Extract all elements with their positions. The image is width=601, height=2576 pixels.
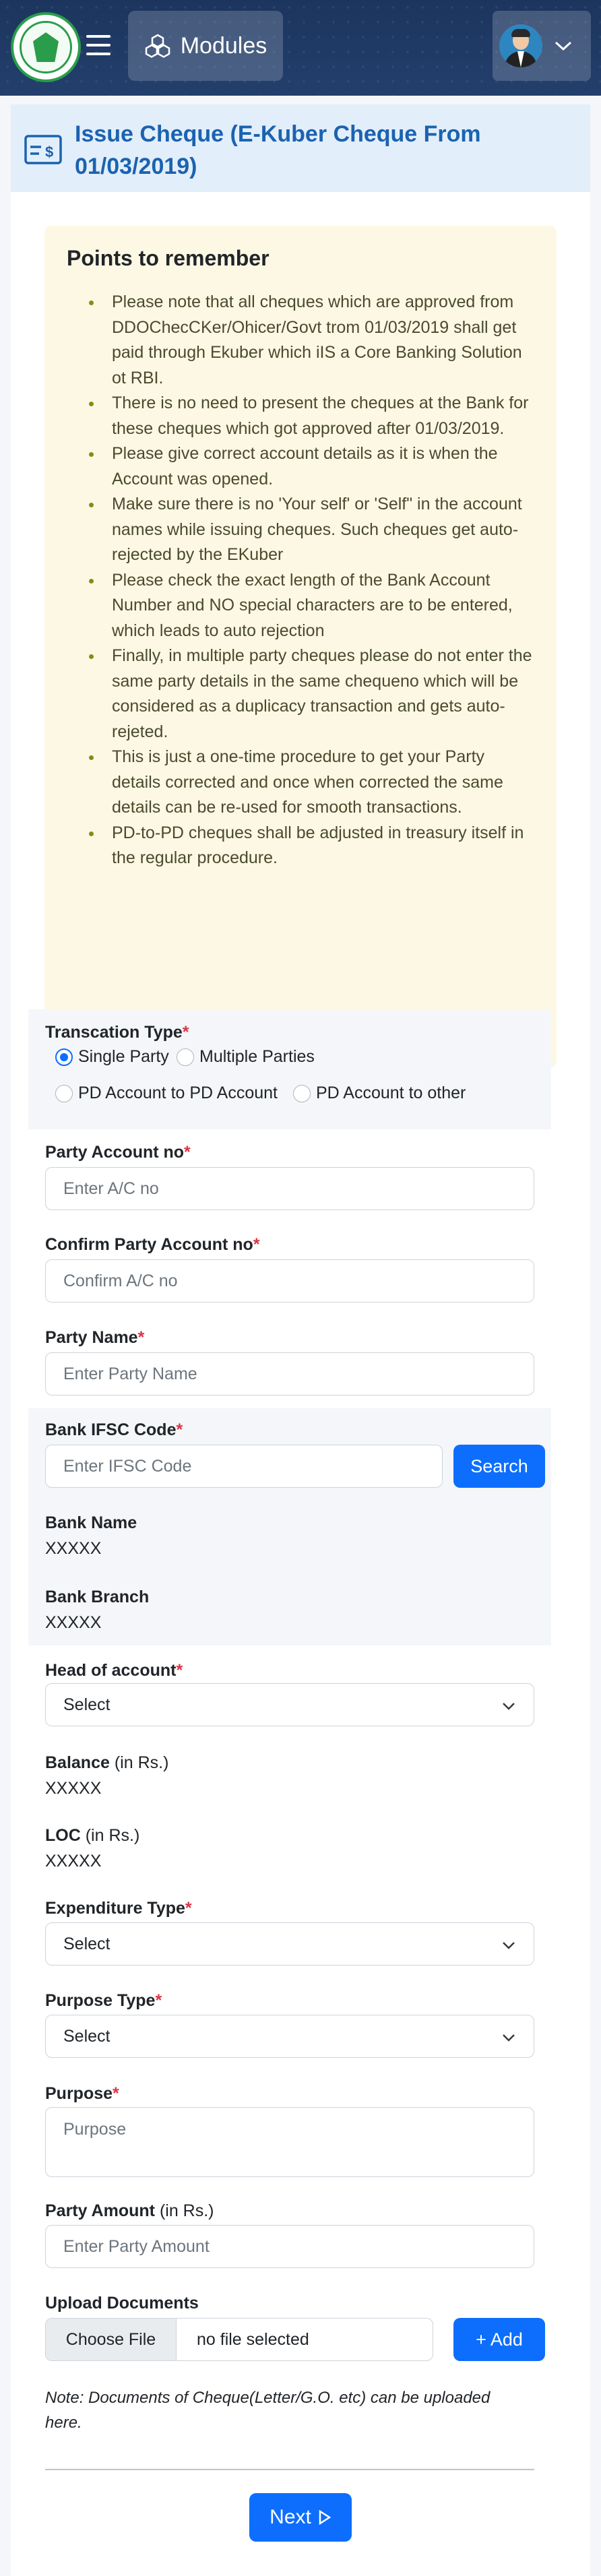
modules-label: Modules — [180, 32, 267, 59]
card-header: $ Issue Cheque (E-Kuber Cheque From 01/0… — [11, 104, 590, 192]
next-button[interactable]: Next — [249, 2493, 352, 2542]
party-account-label: Party Account no* — [45, 1143, 191, 1162]
list-item: Make sure there is no 'Your self' or 'Se… — [78, 492, 536, 568]
radio-button[interactable] — [55, 1048, 73, 1066]
page-title: Issue Cheque (E-Kuber Cheque From 01/03/… — [75, 121, 481, 179]
list-item: Finally, in multiple party cheques pleas… — [78, 643, 536, 745]
file-input[interactable]: Choose File no file selected — [45, 2318, 433, 2361]
list-item: PD-to-PD cheques shall be adjusted in tr… — [78, 821, 536, 871]
party-amount-label: Party Amount (in Rs.) — [45, 2201, 214, 2220]
play-icon — [319, 2510, 331, 2525]
purpose-label: Purpose* — [45, 2084, 119, 2103]
balance-label: Balance (in Rs.) — [45, 1753, 169, 1772]
ifsc-input[interactable]: Enter IFSC Code — [45, 1445, 443, 1488]
purpose-textarea[interactable]: Purpose — [45, 2107, 534, 2177]
upload-note: Note: Documents of Cheque(Letter/G.O. et… — [45, 2389, 491, 2432]
chevron-down-icon — [503, 1942, 515, 1949]
upload-documents-label: Upload Documents — [45, 2294, 199, 2313]
points-to-remember-box: Points to remember Please note that all … — [44, 226, 557, 1068]
expenditure-type-select[interactable]: Select — [45, 1922, 534, 1966]
ifsc-label: Bank IFSC Code* — [45, 1420, 183, 1439]
modules-button[interactable]: Modules — [128, 11, 283, 81]
points-heading: Points to remember — [67, 246, 270, 270]
transaction-type-label: Transcation Type* — [45, 1023, 189, 1042]
purpose-type-select[interactable]: Select — [45, 2015, 534, 2058]
purpose-type-label: Purpose Type* — [45, 1991, 162, 2010]
balance-value: XXXXX — [45, 1779, 102, 1798]
add-document-button[interactable]: + Add — [453, 2318, 545, 2361]
logo-emblem — [20, 21, 72, 73]
radio-button[interactable] — [293, 1084, 311, 1102]
bank-branch-label: Bank Branch — [45, 1588, 150, 1606]
radio-pd-to-pd[interactable]: PD Account to PD Account — [55, 1083, 278, 1103]
choose-file-button[interactable]: Choose File — [46, 2319, 177, 2360]
bank-branch-value: XXXXX — [45, 1613, 102, 1632]
party-amount-input[interactable]: Enter Party Amount — [45, 2225, 534, 2268]
head-of-account-select[interactable]: Select — [45, 1683, 534, 1726]
expenditure-type-label: Expenditure Type* — [45, 1899, 192, 1918]
chevron-down-icon — [503, 1703, 515, 1710]
avatar — [499, 24, 542, 67]
search-button[interactable]: Search — [453, 1445, 545, 1488]
party-account-input[interactable]: Enter A/C no — [45, 1167, 534, 1210]
radio-single-party[interactable]: Single Party — [55, 1047, 169, 1067]
list-item: Please note that all cheques which are a… — [78, 290, 536, 391]
party-name-input[interactable]: Enter Party Name — [45, 1352, 534, 1395]
list-item: There is no need to present the cheques … — [78, 391, 536, 441]
radio-multiple-parties[interactable]: Multiple Parties — [177, 1047, 315, 1067]
list-item: This is just a one-time procedure to get… — [78, 745, 536, 821]
radio-button[interactable] — [55, 1084, 73, 1102]
modules-icon — [145, 34, 170, 58]
bank-name-label: Bank Name — [45, 1513, 137, 1532]
cheque-icon: $ — [24, 135, 62, 164]
hamburger-menu-icon[interactable] — [86, 35, 110, 58]
government-logo[interactable] — [11, 12, 81, 82]
radio-button[interactable] — [177, 1048, 194, 1066]
bank-name-value: XXXXX — [45, 1539, 102, 1558]
user-menu-button[interactable] — [493, 11, 591, 81]
points-list: Please note that all cheques which are a… — [78, 290, 536, 871]
list-item: Please give correct account details as i… — [78, 441, 536, 492]
confirm-account-input[interactable]: Confirm A/C no — [45, 1259, 534, 1302]
file-status: no file selected — [197, 2329, 309, 2349]
loc-label: LOC (in Rs.) — [45, 1826, 140, 1845]
chevron-down-icon — [503, 2034, 515, 2042]
radio-pd-to-other[interactable]: PD Account to other — [293, 1083, 466, 1103]
svg-text:$: $ — [45, 144, 53, 160]
confirm-account-label: Confirm Party Account no* — [45, 1235, 260, 1254]
top-navbar: Modules — [0, 0, 601, 96]
list-item: Please check the exact length of the Ban… — [78, 568, 536, 644]
chevron-down-icon — [555, 41, 572, 51]
loc-value: XXXXX — [45, 1852, 102, 1871]
party-name-label: Party Name* — [45, 1328, 145, 1347]
divider — [45, 2469, 534, 2470]
head-of-account-label: Head of account* — [45, 1661, 183, 1680]
